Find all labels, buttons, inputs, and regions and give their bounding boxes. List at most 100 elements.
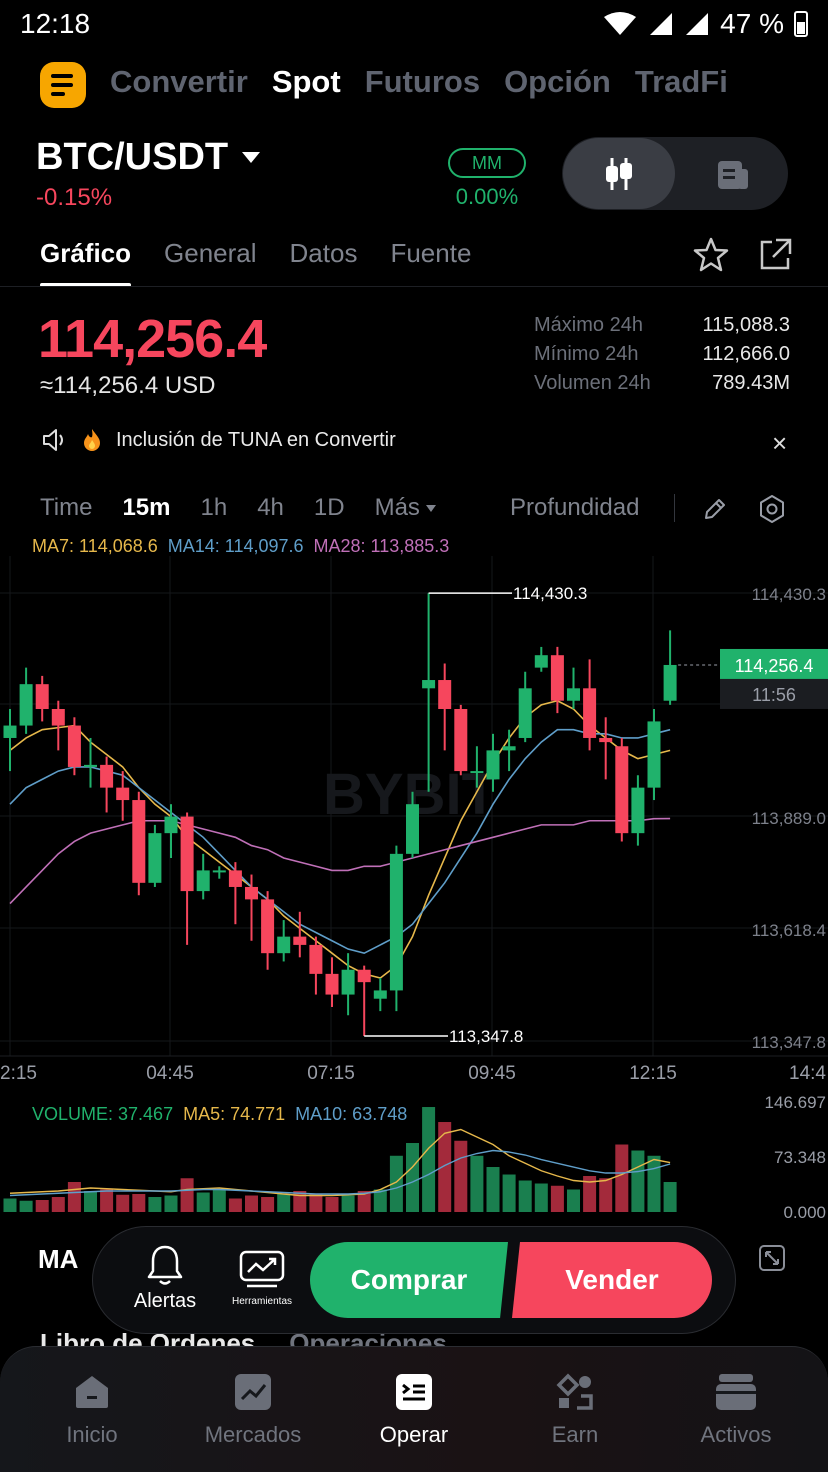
candle-body	[502, 746, 516, 751]
candle-body	[406, 804, 419, 854]
interval-1d[interactable]: 1D	[314, 494, 345, 522]
high-marker-label: 114,430.3	[513, 584, 587, 603]
candle-body	[293, 936, 307, 945]
volume-bar	[647, 1155, 661, 1212]
fire-icon	[84, 429, 100, 451]
tab-datos[interactable]: Datos	[290, 238, 358, 269]
interval-more[interactable]: Más	[375, 494, 436, 522]
interval-4h[interactable]: 4h	[257, 494, 284, 522]
nav-inicio[interactable]: Inicio	[17, 1372, 167, 1448]
markets-icon	[235, 1374, 271, 1410]
candle-body	[19, 684, 33, 726]
candle-body	[196, 870, 210, 892]
signal-icon-2	[686, 13, 709, 35]
nav-mercados[interactable]: Mercados	[178, 1372, 328, 1448]
home-icon	[76, 1376, 108, 1408]
ma-indicator-label[interactable]: MA	[38, 1244, 78, 1275]
pencil-icon[interactable]	[702, 496, 728, 522]
candle-body	[261, 899, 275, 954]
battery-percent: 47 %	[720, 8, 784, 39]
depth-tab[interactable]: Profundidad	[510, 494, 639, 522]
vol_ma5-line	[9, 1128, 671, 1197]
candle-body	[438, 680, 452, 710]
volume-axis-label: 0.000	[783, 1203, 826, 1220]
volume-legend: VOLUME: 37.467 MA5: 74.771 MA10: 63.748	[32, 1104, 407, 1125]
expand-icon[interactable]	[758, 1244, 786, 1272]
nav-operar[interactable]: Operar	[339, 1372, 489, 1448]
candle-body	[67, 725, 81, 767]
tab-general[interactable]: General	[164, 238, 257, 269]
tab-grafico[interactable]: Gráfico	[40, 238, 132, 287]
volume-bar	[599, 1178, 613, 1212]
caret-down-icon	[425, 504, 436, 512]
candle-body	[486, 750, 500, 780]
x-axis-label: 14:4	[789, 1063, 826, 1084]
interval-15m[interactable]: 15m	[122, 494, 170, 522]
volume-bar	[261, 1197, 275, 1212]
topnav-spot[interactable]: Spot	[272, 64, 341, 100]
volume-bar	[502, 1174, 516, 1212]
candle-body	[3, 725, 17, 738]
topnav-futuros[interactable]: Futuros	[365, 64, 480, 100]
nav-earn[interactable]: Earn	[500, 1372, 650, 1448]
candle-body	[341, 969, 355, 995]
volume-bar	[3, 1198, 17, 1212]
pair-selector[interactable]: BTC/USDT	[36, 136, 261, 179]
topnav-tradfi[interactable]: TradFi	[635, 64, 728, 100]
sub-tabs: Gráfico General Datos Fuente	[40, 238, 471, 287]
buy-button[interactable]: Comprar	[310, 1242, 508, 1318]
volume-label: VOLUME: 37.467	[32, 1104, 174, 1124]
close-icon[interactable]: ×	[772, 428, 787, 459]
chart-view-button[interactable]	[563, 138, 675, 209]
candle-body	[599, 737, 613, 743]
interval-time[interactable]: Time	[40, 494, 92, 522]
topnav-opcion[interactable]: Opción	[504, 64, 611, 100]
candle-body	[583, 688, 597, 738]
volume-bar	[116, 1194, 130, 1212]
mm-badge[interactable]: MM	[448, 148, 526, 178]
mm-value: 0.00%	[455, 184, 519, 209]
share-icon[interactable]	[756, 236, 794, 274]
volume-bar	[518, 1180, 532, 1212]
candle-body	[309, 944, 323, 974]
candle-body	[84, 764, 97, 767]
volume-bar	[196, 1192, 210, 1212]
document-icon	[718, 160, 748, 189]
alerts-button[interactable]: Alertas	[126, 1244, 204, 1313]
chart-tool-icon	[239, 1250, 285, 1288]
volume-bar	[277, 1194, 291, 1212]
sell-button[interactable]: Vender	[512, 1242, 712, 1318]
ma-legend: MA7: 114,068.6 MA14: 114,097.6 MA28: 113…	[32, 536, 449, 557]
stat-low: Mínimo 24h 112,666.0	[534, 343, 790, 365]
volume-bar	[422, 1107, 436, 1212]
candle-body	[615, 746, 629, 834]
interval-1h[interactable]: 1h	[201, 494, 228, 522]
x-axis-label: 07:15	[307, 1063, 355, 1084]
volume-bar	[84, 1191, 97, 1212]
tab-fuente[interactable]: Fuente	[390, 238, 471, 269]
volume-bar	[615, 1144, 629, 1212]
candle-body	[35, 684, 49, 710]
announcement-bar[interactable]: Inclusión de TUNA en Convertir	[42, 428, 396, 452]
volume-bar	[132, 1194, 146, 1212]
settings-icon[interactable]	[757, 494, 787, 524]
candle-body	[357, 969, 371, 983]
nav-activos[interactable]: Activos	[661, 1372, 811, 1448]
candle-body	[116, 787, 130, 801]
tools-button[interactable]: Herramientas	[226, 1250, 298, 1307]
status-time: 12:18	[20, 8, 91, 39]
bell-icon	[147, 1245, 183, 1285]
app-logo-icon[interactable]	[40, 62, 86, 108]
candle-body	[389, 853, 403, 991]
star-icon[interactable]	[692, 236, 730, 274]
candle-body	[454, 709, 468, 772]
x-axis-label: 12:15	[629, 1063, 677, 1084]
stat-volume: Volumen 24h 789.43M	[534, 372, 790, 394]
volume-bar	[486, 1167, 500, 1212]
volume-bar	[567, 1189, 580, 1212]
usd-price: ≈114,256.4 USD	[40, 372, 216, 399]
topnav-convertir[interactable]: Convertir	[110, 64, 248, 100]
battery-icon	[794, 11, 808, 37]
status-indicators: 47 %	[602, 8, 808, 40]
orderbook-view-button[interactable]	[680, 138, 786, 209]
